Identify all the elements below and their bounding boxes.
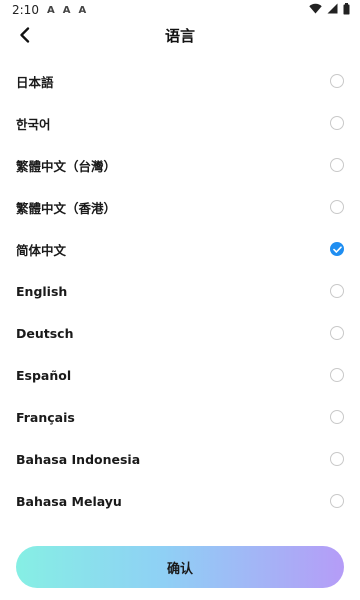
- language-item-french[interactable]: Français: [0, 396, 360, 438]
- status-time: 2:10: [12, 3, 39, 17]
- language-label: Bahasa Indonesia: [16, 451, 141, 467]
- notification-icon: A: [46, 4, 55, 16]
- radio-button[interactable]: [330, 74, 344, 88]
- radio-button[interactable]: [330, 158, 344, 172]
- notification-icon: A: [78, 4, 87, 16]
- radio-button[interactable]: [330, 368, 344, 382]
- radio-button[interactable]: [330, 200, 344, 214]
- language-item-simplified-chinese[interactable]: 简体中文: [0, 228, 360, 270]
- language-item-english[interactable]: English: [0, 270, 360, 312]
- signal-icon: [327, 3, 338, 17]
- language-item-malay[interactable]: Bahasa Melayu: [0, 480, 360, 522]
- language-label: 繁體中文（香港）: [16, 200, 117, 216]
- header: 语言: [0, 20, 360, 50]
- radio-button[interactable]: [330, 410, 344, 424]
- language-label: Français: [16, 409, 75, 425]
- status-left: 2:10 A A A: [12, 3, 86, 17]
- language-list: 日本語 한국어 繁體中文（台灣） 繁體中文（香港） 简体中文 English D…: [0, 60, 360, 522]
- language-item-spanish[interactable]: Español: [0, 354, 360, 396]
- wifi-icon: [309, 3, 322, 17]
- language-settings-screen: 2:10 A A A 语言 日本語 한국어 繁體中文（台灣） 繁體中文（香港） …: [0, 0, 360, 600]
- notification-icon: A: [62, 4, 71, 16]
- radio-button[interactable]: [330, 326, 344, 340]
- status-bar: 2:10 A A A: [0, 0, 360, 20]
- language-item-german[interactable]: Deutsch: [0, 312, 360, 354]
- radio-button[interactable]: [330, 494, 344, 508]
- language-item-korean[interactable]: 한국어: [0, 102, 360, 144]
- language-item-traditional-chinese-hongkong[interactable]: 繁體中文（香港）: [0, 186, 360, 228]
- back-button[interactable]: [14, 24, 36, 46]
- language-item-indonesian[interactable]: Bahasa Indonesia: [0, 438, 360, 480]
- confirm-button[interactable]: 确认: [16, 546, 344, 588]
- language-label: English: [16, 283, 68, 299]
- language-label: 繁體中文（台灣）: [16, 158, 117, 174]
- language-label: 日本語: [16, 74, 54, 90]
- confirm-button-label: 确认: [166, 561, 193, 577]
- status-right: [309, 2, 350, 18]
- chevron-left-icon: [20, 27, 30, 43]
- radio-button-selected[interactable]: [330, 242, 344, 256]
- radio-button[interactable]: [330, 452, 344, 466]
- radio-button[interactable]: [330, 116, 344, 130]
- page-title: 语言: [164, 26, 195, 45]
- checkmark-icon: [332, 245, 342, 253]
- language-item-traditional-chinese-taiwan[interactable]: 繁體中文（台灣）: [0, 144, 360, 186]
- battery-icon: [343, 2, 350, 18]
- language-label: 简体中文: [16, 242, 67, 258]
- language-label: Bahasa Melayu: [16, 493, 122, 509]
- language-label: 한국어: [16, 116, 51, 132]
- language-label: Español: [16, 367, 72, 383]
- language-item-japanese[interactable]: 日本語: [0, 60, 360, 102]
- language-label: Deutsch: [16, 325, 74, 341]
- radio-button[interactable]: [330, 284, 344, 298]
